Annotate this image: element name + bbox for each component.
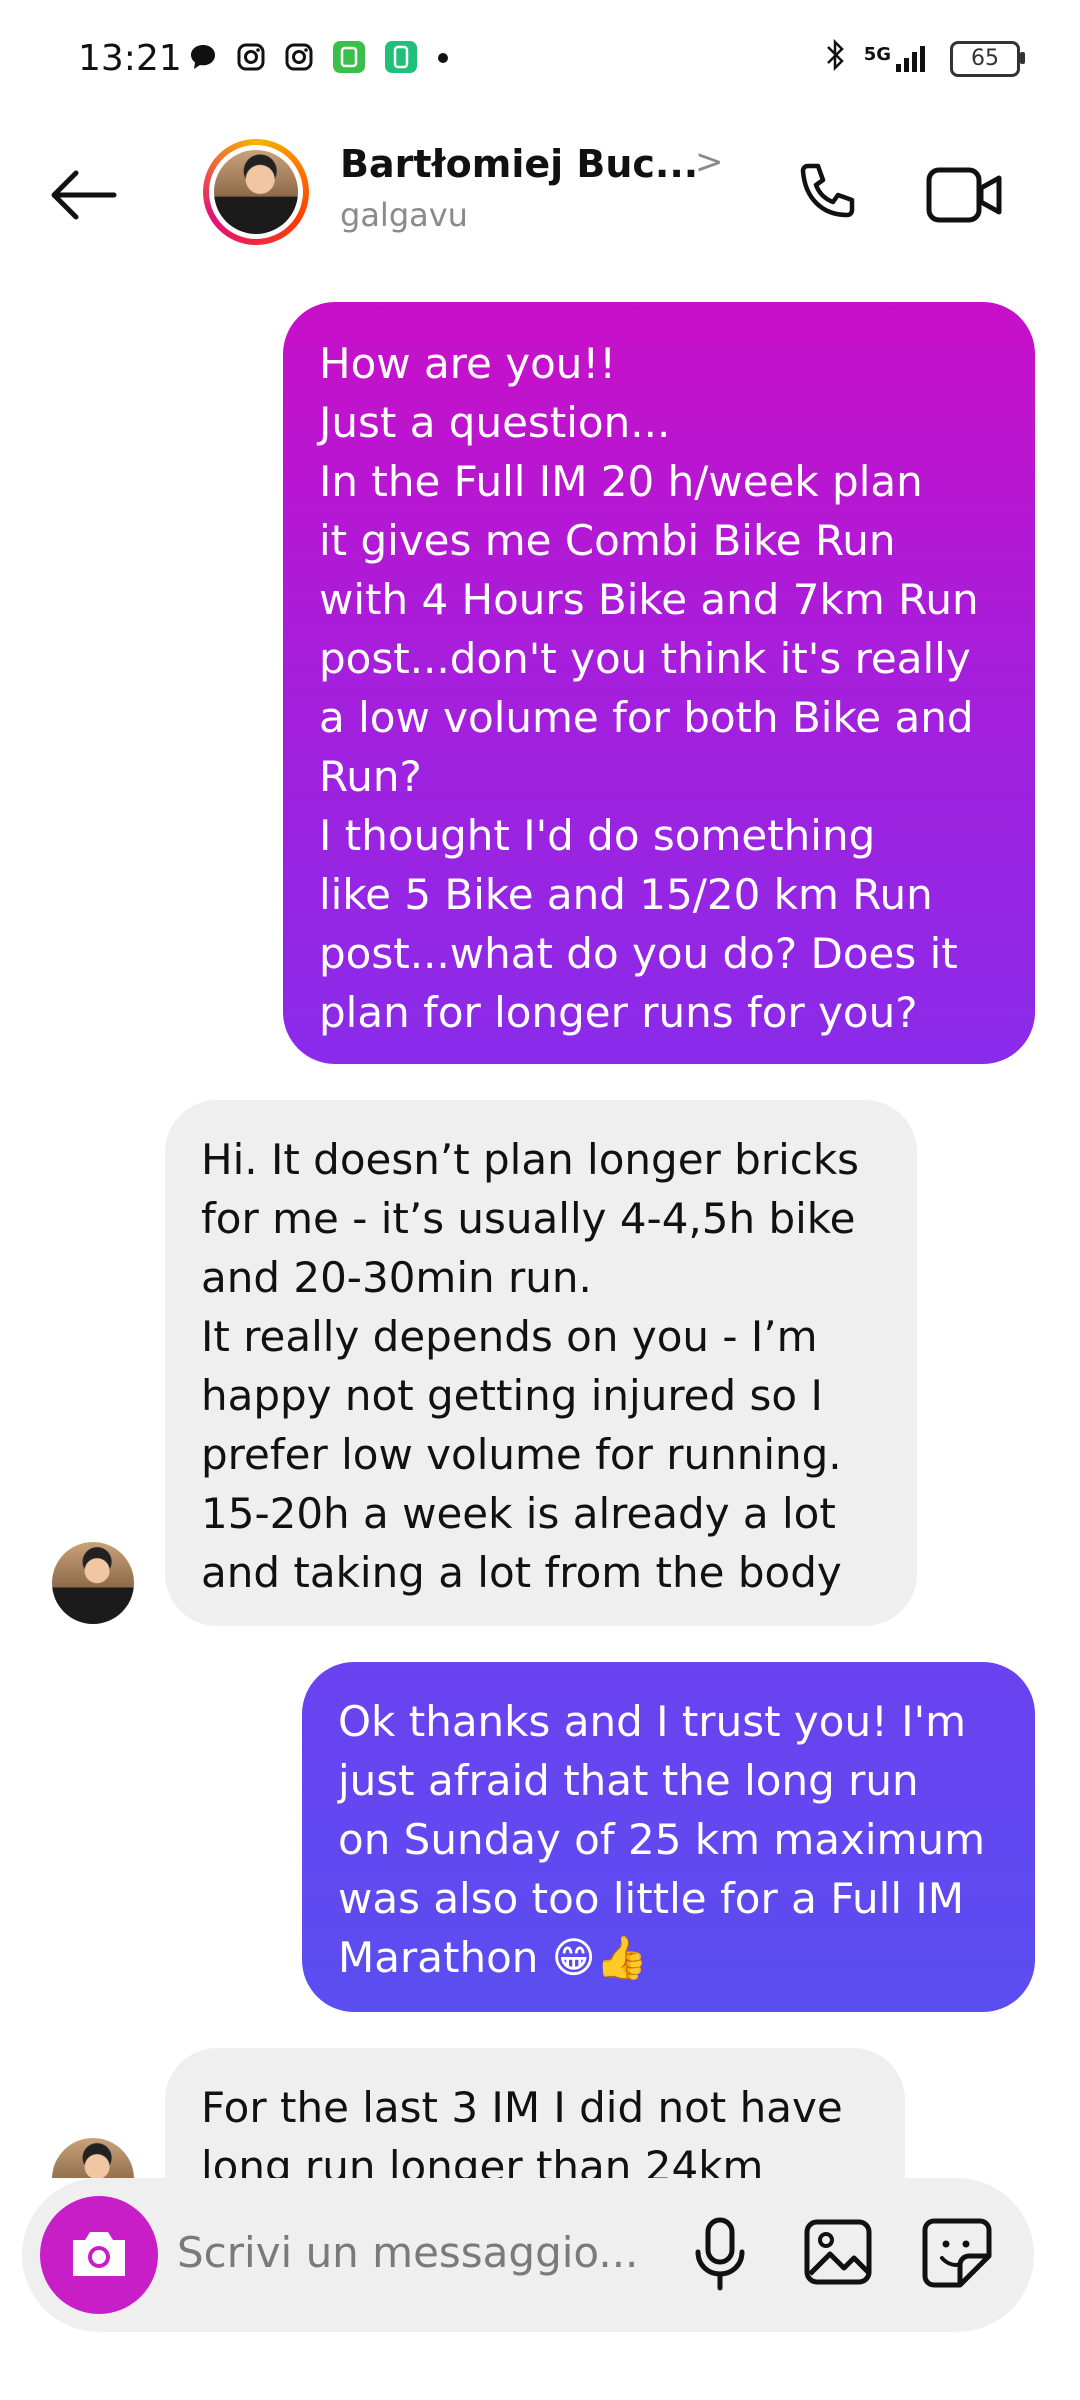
- message-list[interactable]: How are you!! Just a question... In the …: [0, 0, 1080, 2178]
- message-received[interactable]: Hi. It doesn’t plan longer bricks for me…: [165, 1100, 917, 1626]
- camera-button[interactable]: [40, 2196, 158, 2314]
- message-text: Hi. It doesn’t plan longer bricks for me…: [201, 1135, 860, 1597]
- sender-avatar[interactable]: [52, 1542, 134, 1624]
- message-text: For the last 3 IM I did not have long ru…: [201, 2083, 843, 2178]
- sender-avatar[interactable]: [52, 2138, 134, 2178]
- message-text: Ok thanks and I trust you! I'm just afra…: [338, 1697, 986, 1982]
- microphone-icon[interactable]: [690, 2216, 750, 2298]
- message-sent[interactable]: Ok thanks and I trust you! I'm just afra…: [302, 1662, 1035, 2012]
- message-sent[interactable]: How are you!! Just a question... In the …: [283, 302, 1035, 1064]
- sticker-icon[interactable]: [920, 2216, 994, 2294]
- gallery-icon[interactable]: [802, 2216, 874, 2292]
- message-text: How are you!! Just a question... In the …: [319, 339, 979, 1037]
- message-composer: Scrivi un messaggio...: [22, 2178, 1034, 2332]
- message-received[interactable]: For the last 3 IM I did not have long ru…: [165, 2048, 905, 2178]
- message-input[interactable]: Scrivi un messaggio...: [177, 2228, 638, 2277]
- camera-icon: [73, 2232, 125, 2276]
